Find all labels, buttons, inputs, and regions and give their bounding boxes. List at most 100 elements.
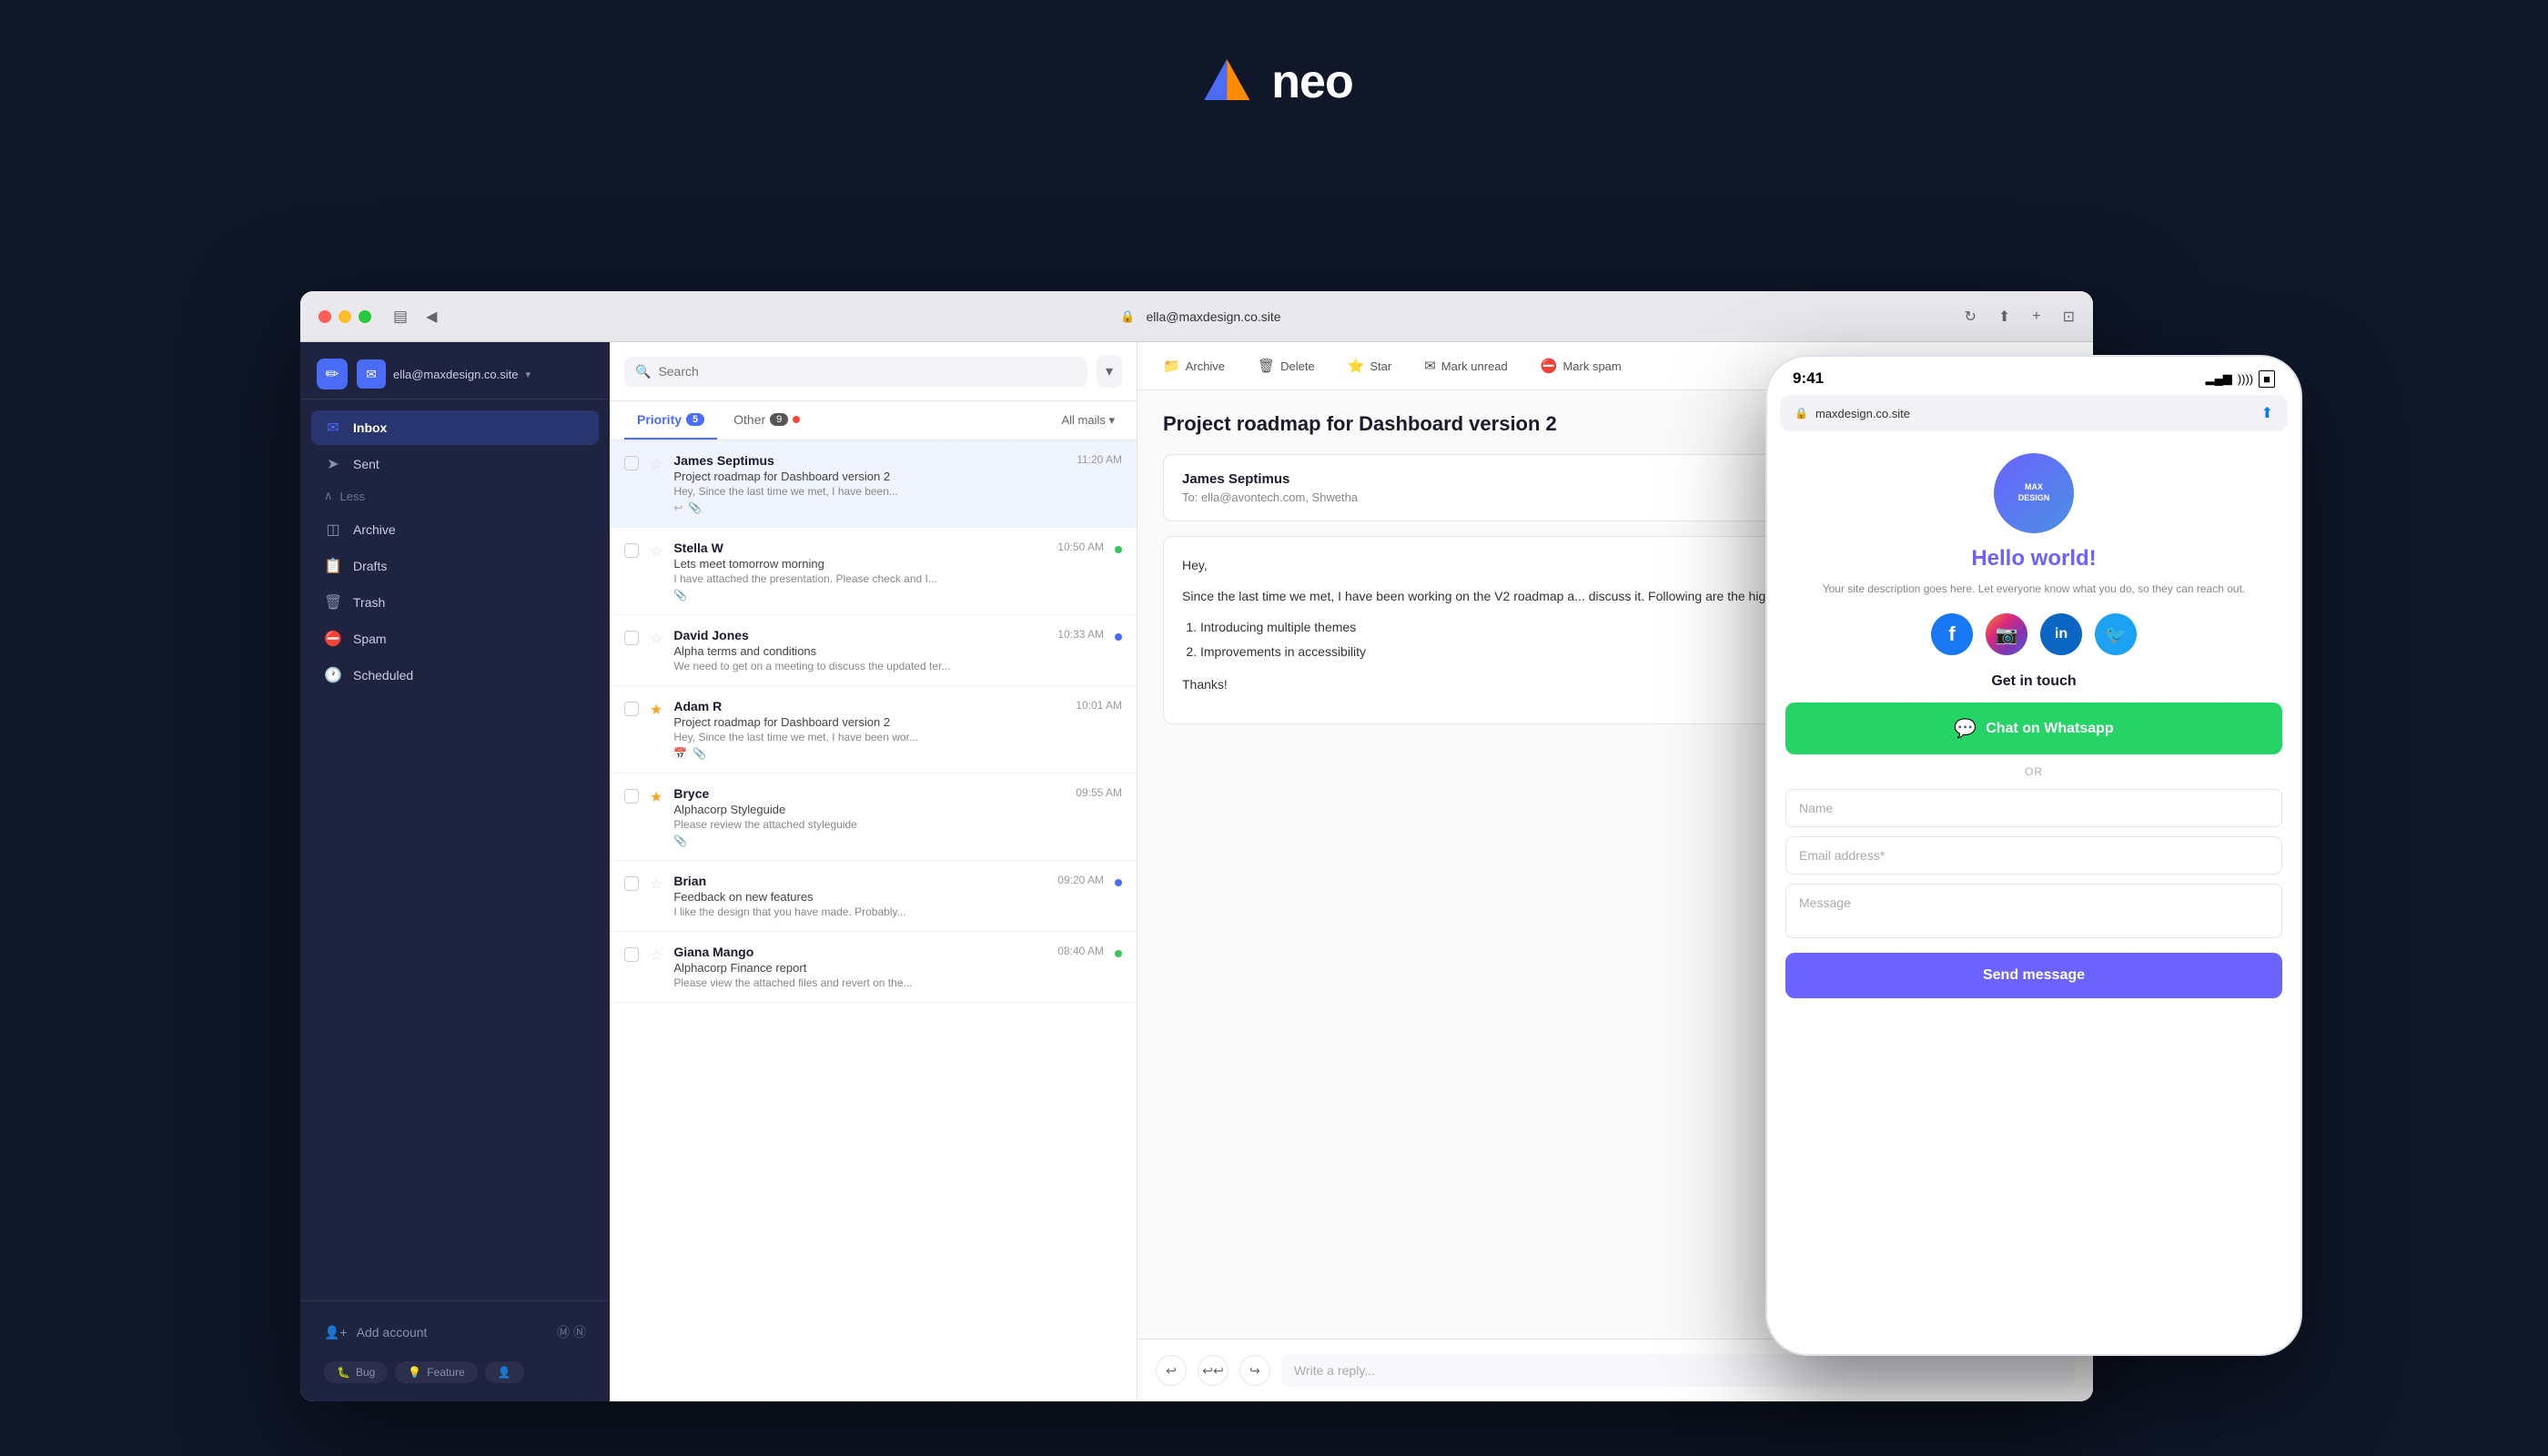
archive-icon: 📁 [1163,358,1180,374]
email-item[interactable]: ☆ Stella W Lets meet tomorrow morning I … [610,528,1137,615]
instagram-icon[interactable]: 📷 [1986,613,2027,655]
reload-icon[interactable]: ↻ [1964,308,1976,326]
wifi-icon: )))) [2238,372,2253,386]
browser-url: maxdesign.co.site [1815,407,2254,420]
tab-other[interactable]: Other 9 [721,401,813,440]
send-message-button[interactable]: Send message [1785,953,2282,998]
star-button[interactable]: ⭐ Star [1340,353,1400,379]
priority-badge: 5 [686,413,704,426]
browser-share-icon[interactable]: ⬆ [2261,404,2273,422]
email-star-icon[interactable]: ★ [650,701,662,719]
all-mails-button[interactable]: All mails ▾ [1054,410,1122,431]
hello-world-heading: Hello world! [1785,546,2282,571]
facebook-icon[interactable]: f [1931,613,1973,655]
bug-button[interactable]: 🐛 🐛 Bug Bug [324,1361,388,1383]
attachment-icon: 📎 [673,834,687,847]
reply-all-button[interactable]: ↩↩ [1198,1355,1228,1386]
reply-input[interactable]: Write a reply... [1281,1354,2075,1387]
email-checkbox[interactable] [624,456,639,470]
mark-spam-button[interactable]: ⛔ Mark spam [1533,353,1629,379]
email-star-icon[interactable]: ★ [650,788,662,806]
add-account-button[interactable]: 👤+ Add account Ⓜ Ⓝ [311,1314,599,1350]
attachment-icon: 📎 [673,589,687,602]
sidebar-item-scheduled[interactable]: 🕐 Scheduled [311,658,599,693]
whatsapp-button[interactable]: 💬 Chat on Whatsapp [1785,703,2282,754]
new-tab-icon[interactable]: + [2032,308,2040,325]
sidebar-toggle-icon[interactable]: ▤ [393,308,408,326]
email-star-icon[interactable]: ☆ [650,542,662,561]
chevron-up-icon: ∧ [324,489,333,503]
twitter-icon[interactable]: 🐦 [2095,613,2137,655]
email-star-icon[interactable]: ☆ [650,455,662,473]
email-star-icon[interactable]: ☆ [650,875,662,894]
phone-browser-bar[interactable]: 🔒 maxdesign.co.site ⬆ [1780,395,2288,431]
email-field[interactable]: Email address* [1785,836,2282,875]
close-button[interactable] [318,310,331,323]
sidebar-item-drafts[interactable]: 📋 Drafts [311,549,599,583]
message-field[interactable]: Message [1785,884,2282,938]
email-checkbox[interactable] [624,631,639,645]
sidebar-bottom-buttons: 🐛 🐛 Bug Bug 💡 Feature 👤 [311,1350,599,1389]
email-item[interactable]: ☆ James Septimus Project roadmap for Das… [610,440,1137,528]
email-checkbox[interactable] [624,702,639,716]
address-bar[interactable]: 🔒 ella@maxdesign.co.site [451,309,1949,324]
mark-unread-button[interactable]: ✉ Mark unread [1417,353,1515,379]
tab-overview-icon[interactable]: ⊡ [2063,308,2075,326]
linkedin-icon[interactable]: in [2040,613,2082,655]
email-item[interactable]: ☆ Brian Feedback on new features I like … [610,861,1137,932]
sidebar-item-spam[interactable]: ⛔ Spam [311,622,599,656]
get-in-touch-heading: Get in touch [1785,673,2282,690]
search-box[interactable]: 🔍 [624,357,1087,387]
compose-button[interactable]: ✏ [317,359,348,389]
contact-form: Name Email address* Message [1785,789,2282,938]
site-description: Your site description goes here. Let eve… [1785,581,2282,597]
sidebar: ✏ ✉ ella@maxdesign.co.site ▾ ✉ Inbox ➤ S… [300,342,610,1401]
email-sender: Stella W [673,541,1046,555]
email-star-icon[interactable]: ☆ [650,946,662,965]
email-item[interactable]: ☆ David Jones Alpha terms and conditions… [610,615,1137,686]
sidebar-item-sent[interactable]: ➤ Sent [311,447,599,481]
email-checkbox[interactable] [624,789,639,804]
email-checkbox[interactable] [624,543,639,558]
sidebar-item-inbox[interactable]: ✉ Inbox [311,410,599,445]
drafts-icon: 📋 [324,557,342,575]
reply-button[interactable]: ↩ [1156,1355,1187,1386]
email-content: Adam R Project roadmap for Dashboard ver… [673,699,1065,760]
add-account-icon: 👤+ [324,1325,348,1340]
spam-icon: ⛔ [324,630,342,648]
email-checkbox[interactable] [624,876,639,891]
user-button[interactable]: 👤 [485,1361,524,1383]
tab-priority[interactable]: Priority 5 [624,401,717,440]
email-item[interactable]: ★ Bryce Alphacorp Styleguide Please revi… [610,774,1137,861]
filter-button[interactable]: ▾ [1097,355,1122,388]
email-sender: James Septimus [673,453,1066,468]
share-icon[interactable]: ⬆ [1998,308,2010,326]
email-item[interactable]: ☆ Giana Mango Alphacorp Finance report P… [610,932,1137,1003]
back-icon[interactable]: ◀ [426,308,437,326]
search-input[interactable] [658,364,1077,379]
email-list-header: 🔍 ▾ [610,342,1137,401]
account-chevron-icon: ▾ [525,369,531,380]
feature-button[interactable]: 💡 Feature [395,1361,477,1383]
email-checkbox[interactable] [624,947,639,962]
maximize-button[interactable] [359,310,371,323]
email-sender: Bryce [673,786,1065,801]
email-content: Giana Mango Alphacorp Finance report Ple… [673,945,1046,989]
email-star-icon[interactable]: ☆ [650,630,662,648]
email-item[interactable]: ★ Adam R Project roadmap for Dashboard v… [610,686,1137,774]
phone-status-icons: ▂▄▆ )))) ■ [2206,370,2275,388]
account-selector[interactable]: ✉ ella@maxdesign.co.site ▾ [357,359,593,389]
archive-button[interactable]: 📁 Archive [1156,353,1232,379]
minimize-button[interactable] [339,310,351,323]
sidebar-item-archive[interactable]: ◫ Archive [311,512,599,547]
or-divider: OR [1785,765,2282,778]
sidebar-less-toggle[interactable]: ∧ Less [311,483,599,509]
sidebar-item-trash[interactable]: 🗑 Trash [311,585,599,620]
delete-button[interactable]: 🗑 Delete [1250,353,1322,379]
spam-icon: ⛔ [1541,358,1558,374]
forward-button[interactable]: ↪ [1239,1355,1270,1386]
email-preview: We need to get on a meeting to discuss t… [673,660,1046,672]
name-field[interactable]: Name [1785,789,2282,827]
whatsapp-icon: 💬 [1954,717,1977,740]
signal-icon: ▂▄▆ [2206,371,2232,386]
